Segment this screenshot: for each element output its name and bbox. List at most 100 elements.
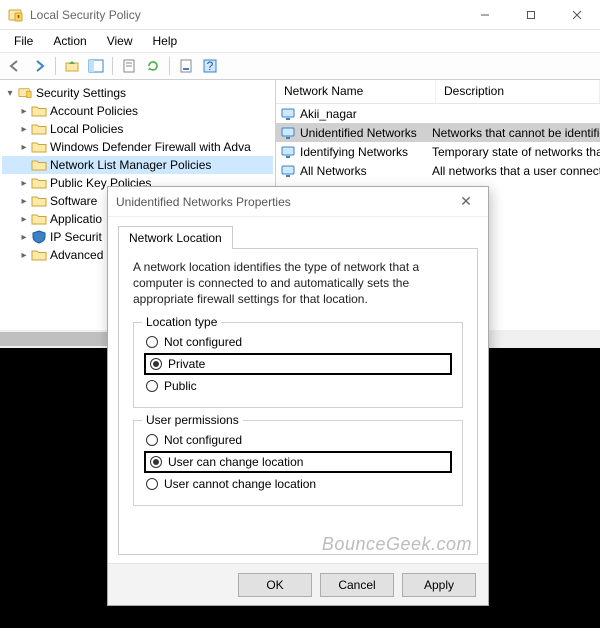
cancel-button[interactable]: Cancel — [320, 573, 394, 597]
radio-icon — [150, 456, 162, 468]
folder-icon — [31, 248, 47, 262]
expand-icon[interactable]: ▸ — [18, 250, 30, 261]
folder-icon — [31, 122, 47, 136]
radio-location-public[interactable]: Public — [144, 375, 452, 397]
window-title: Local Security Policy — [30, 8, 462, 22]
column-description[interactable]: Description — [436, 80, 600, 103]
folder-icon — [31, 104, 47, 118]
list-item-name: Akii_nagar — [300, 107, 432, 121]
properties-button[interactable] — [175, 55, 197, 77]
network-icon — [280, 144, 296, 160]
toolbar-separator — [112, 57, 113, 75]
ok-button[interactable]: OK — [238, 573, 312, 597]
export-button[interactable] — [118, 55, 140, 77]
radio-icon — [146, 434, 158, 446]
expand-icon[interactable]: ▸ — [18, 142, 30, 153]
group-permissions-legend: User permissions — [142, 413, 243, 427]
radio-icon — [146, 336, 158, 348]
menu-help[interactable]: Help — [145, 32, 186, 50]
expand-icon[interactable]: ▸ — [18, 232, 30, 243]
group-location-type: Location type Not configured Private Pub… — [133, 322, 463, 408]
back-button[interactable] — [4, 55, 26, 77]
expand-icon[interactable]: ▸ — [18, 214, 30, 225]
tree-item-label: Account Policies — [50, 104, 138, 118]
radio-perm-cannot-change[interactable]: User cannot change location — [144, 473, 452, 495]
radio-perm-can-change[interactable]: User can change location — [144, 451, 452, 473]
tree-item[interactable]: ▸ Windows Defender Firewall with Adva — [2, 138, 273, 156]
tree-item-label: Network List Manager Policies — [50, 158, 211, 172]
list-item[interactable]: Identifying NetworksTemporary state of n… — [276, 142, 600, 161]
list-item-description: Temporary state of networks that ar — [432, 145, 600, 159]
forward-button[interactable] — [28, 55, 50, 77]
tree-item-label: Software — [50, 194, 97, 208]
dialog-close-button[interactable]: ✕ — [452, 193, 480, 210]
radio-label: Public — [164, 379, 197, 393]
menu-view[interactable]: View — [99, 32, 141, 50]
maximize-button[interactable] — [508, 0, 554, 30]
radio-icon — [150, 358, 162, 370]
list-item-name: Identifying Networks — [300, 145, 432, 159]
scrollbar-thumb[interactable] — [0, 332, 120, 346]
expand-icon[interactable]: ▸ — [18, 178, 30, 189]
shield-icon — [31, 230, 47, 244]
list-item-description: Networks that cannot be identified — [432, 126, 600, 140]
radio-icon — [146, 478, 158, 490]
radio-icon — [146, 380, 158, 392]
column-network-name[interactable]: Network Name — [276, 80, 436, 103]
radio-location-not-configured[interactable]: Not configured — [144, 331, 452, 353]
dialog-buttons: OK Cancel Apply — [108, 563, 488, 605]
titlebar: Local Security Policy — [0, 0, 600, 30]
tree-item-label: Applicatio — [50, 212, 102, 226]
minimize-button[interactable] — [462, 0, 508, 30]
tree-root[interactable]: ▾ Security Settings — [2, 84, 273, 102]
dialog-titlebar: Unidentified Networks Properties ✕ — [108, 187, 488, 217]
tab-network-location[interactable]: Network Location — [118, 226, 233, 249]
expand-icon[interactable]: ▾ — [4, 88, 16, 99]
security-settings-icon — [17, 86, 33, 100]
show-hide-tree-button[interactable] — [85, 55, 107, 77]
list-header: Network Name Description — [276, 80, 600, 104]
tree-item[interactable]: Network List Manager Policies — [2, 156, 273, 174]
tree-item-label: Local Policies — [50, 122, 123, 136]
list-item[interactable]: Unidentified NetworksNetworks that canno… — [276, 123, 600, 142]
tree-root-label: Security Settings — [36, 86, 126, 100]
expand-icon[interactable]: ▸ — [18, 196, 30, 207]
radio-perm-not-configured[interactable]: Not configured — [144, 429, 452, 451]
expand-icon[interactable]: ▸ — [18, 106, 30, 117]
properties-dialog: Unidentified Networks Properties ✕ Netwo… — [107, 186, 489, 606]
dialog-tabbar: Network Location — [108, 217, 488, 248]
tree-item[interactable]: ▸ Account Policies — [2, 102, 273, 120]
network-icon — [280, 163, 296, 179]
radio-location-private[interactable]: Private — [144, 353, 452, 375]
dialog-description: A network location identifies the type o… — [133, 259, 463, 308]
watermark: BounceGeek.com — [322, 534, 472, 555]
up-button[interactable] — [61, 55, 83, 77]
group-location-legend: Location type — [142, 315, 221, 329]
menu-action[interactable]: Action — [45, 32, 94, 50]
toolbar-separator — [55, 57, 56, 75]
tree-item[interactable]: ▸ Local Policies — [2, 120, 273, 138]
list-item[interactable]: Akii_nagar — [276, 104, 600, 123]
tree-item-label: Windows Defender Firewall with Adva — [50, 140, 251, 154]
group-user-permissions: User permissions Not configured User can… — [133, 420, 463, 506]
menubar: File Action View Help — [0, 30, 600, 52]
help-button[interactable]: ? — [199, 55, 221, 77]
radio-label: User can change location — [168, 455, 303, 469]
radio-label: Not configured — [164, 335, 242, 349]
folder-icon — [31, 158, 47, 172]
expand-icon[interactable]: ▸ — [18, 124, 30, 135]
toolbar: ? — [0, 52, 600, 80]
apply-button[interactable]: Apply — [402, 573, 476, 597]
app-icon — [8, 7, 24, 23]
menu-file[interactable]: File — [6, 32, 41, 50]
list-item-name: Unidentified Networks — [300, 126, 432, 140]
toolbar-separator — [169, 57, 170, 75]
refresh-button[interactable] — [142, 55, 164, 77]
folder-icon — [31, 194, 47, 208]
network-icon — [280, 125, 296, 141]
tree-item-label: Advanced — [50, 248, 103, 262]
tab-page: A network location identifies the type o… — [118, 248, 478, 555]
list-item[interactable]: All NetworksAll networks that a user con… — [276, 161, 600, 180]
close-button[interactable] — [554, 0, 600, 30]
folder-icon — [31, 140, 47, 154]
